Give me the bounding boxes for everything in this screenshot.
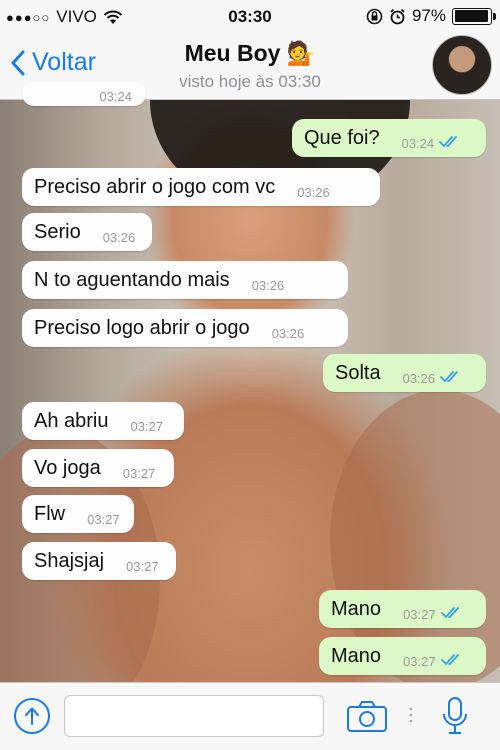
status-bar: ●●●○○ VIVO 03:30 97% — [0, 0, 500, 32]
camera-icon — [347, 701, 387, 732]
rotation-lock-icon — [366, 8, 383, 24]
separator-dots: · · · — [408, 698, 414, 730]
partial-message[interactable]: 03:24 — [22, 82, 146, 106]
message-time: 03:26 — [297, 184, 330, 200]
incoming-message[interactable]: Vo joga 03:27 — [22, 449, 174, 487]
incoming-message[interactable]: Preciso logo abrir o jogo 03:26 — [22, 309, 348, 347]
outgoing-message[interactable]: Mano 03:27 — [319, 590, 486, 628]
message-time: 03:26 — [102, 229, 136, 245]
input-bar: · · · — [0, 682, 500, 750]
alarm-icon — [390, 8, 405, 24]
status-right: 97% — [366, 6, 496, 26]
message-time: 03:24 — [99, 89, 132, 104]
battery-level — [454, 10, 489, 22]
message-time: 03:24 — [401, 135, 435, 151]
message-text: N to aguentando mais — [34, 268, 230, 291]
message-text: Preciso logo abrir o jogo — [34, 316, 250, 339]
message-text: Mano — [331, 644, 382, 667]
message-text: Shajsjaj — [34, 549, 105, 572]
message-text: Serio — [34, 220, 81, 243]
message-time: 03:27 — [126, 558, 159, 574]
incoming-message[interactable]: Serio 03:26 — [22, 213, 152, 251]
message-text: Que foi? — [304, 126, 380, 149]
message-time: 03:27 — [122, 465, 156, 481]
battery-icon — [452, 7, 496, 25]
message-input[interactable] — [64, 695, 324, 737]
message-time: 03:27 — [130, 418, 164, 434]
message-time: 03:27 — [403, 653, 436, 669]
message-time: 03:27 — [87, 511, 120, 527]
read-receipt-icon — [439, 136, 458, 148]
camera-button[interactable] — [346, 699, 388, 738]
contact-name[interactable]: Meu Boy 💁 — [0, 40, 500, 67]
incoming-message[interactable]: Flw 03:27 — [22, 495, 134, 533]
read-receipt-icon — [440, 607, 459, 619]
message-text: Flw — [34, 502, 66, 525]
incoming-message[interactable]: Ah abriu 03:27 — [22, 402, 184, 440]
message-time: 03:27 — [403, 606, 436, 622]
upload-button[interactable] — [14, 698, 50, 734]
message-time: 03:26 — [402, 370, 436, 386]
message-time: 03:26 — [251, 277, 285, 293]
message-text: Ah abriu — [34, 409, 109, 432]
message-text: Mano — [331, 597, 382, 620]
microphone-button[interactable] — [440, 696, 470, 741]
incoming-message[interactable]: Preciso abrir o jogo com vc 03:26 — [22, 168, 380, 206]
incoming-message[interactable]: Shajsjaj 03:27 — [22, 542, 176, 580]
outgoing-message[interactable]: Solta 03:26 — [323, 354, 486, 392]
outgoing-message[interactable]: Que foi? 03:24 — [292, 119, 486, 157]
read-receipt-icon — [440, 371, 459, 383]
contact-avatar[interactable] — [432, 35, 492, 95]
read-receipt-icon — [440, 654, 459, 666]
outgoing-message[interactable]: Mano 03:27 — [319, 637, 486, 675]
incoming-message[interactable]: N to aguentando mais 03:26 — [22, 261, 348, 299]
message-text: Solta — [335, 361, 381, 384]
message-text: Preciso abrir o jogo com vc — [34, 175, 276, 198]
microphone-icon — [443, 697, 467, 734]
message-text: Vo joga — [34, 456, 101, 479]
upload-icon — [25, 707, 39, 725]
battery-percent: 97% — [411, 6, 446, 25]
message-time: 03:26 — [271, 325, 305, 341]
